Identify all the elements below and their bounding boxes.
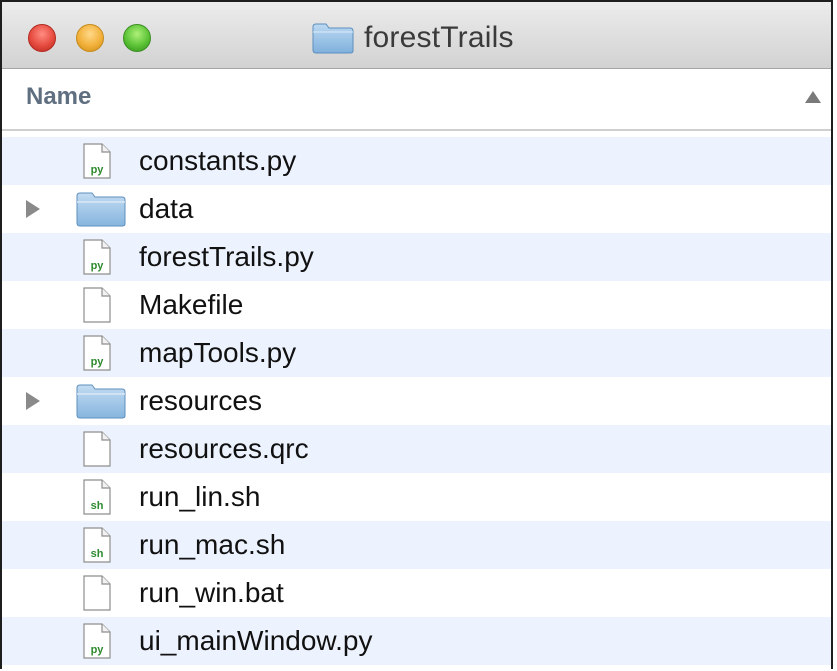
minimize-button[interactable] <box>76 24 104 52</box>
svg-text:py: py <box>91 260 105 272</box>
folder-icon <box>76 191 126 227</box>
file-row[interactable]: py constants.py <box>2 137 831 185</box>
file-name: data <box>139 193 194 224</box>
file-name: resources <box>139 385 262 416</box>
shell-script-icon: sh <box>83 479 111 515</box>
document-icon <box>83 575 111 611</box>
shell-script-icon: sh <box>83 527 111 563</box>
folder-icon <box>76 383 126 419</box>
folder-icon <box>312 23 354 54</box>
svg-text:py: py <box>91 164 105 176</box>
file-name: resources.qrc <box>139 433 309 464</box>
sort-ascending-icon[interactable] <box>805 91 821 103</box>
file-name: run_lin.sh <box>139 481 261 512</box>
svg-text:py: py <box>91 356 105 368</box>
window-title: forestTrails <box>312 20 514 56</box>
file-row[interactable]: sh run_mac.sh <box>2 521 831 569</box>
column-header-label: Name <box>26 83 92 110</box>
python-file-icon: py <box>83 239 111 275</box>
document-icon <box>83 287 111 323</box>
file-row[interactable]: py forestTrails.py <box>2 233 831 281</box>
column-header-name[interactable]: Name <box>2 69 831 131</box>
file-row[interactable]: run_win.bat <box>2 569 831 617</box>
finder-window: forestTrails Name py constants.py data py fo… <box>0 0 833 669</box>
python-file-icon: py <box>83 335 111 371</box>
svg-text:sh: sh <box>91 548 104 560</box>
window-title-text: forestTrails <box>364 21 514 54</box>
disclosure-triangle-icon[interactable] <box>26 392 40 410</box>
folder-row[interactable]: data <box>2 185 831 233</box>
title-bar[interactable]: forestTrails <box>2 2 831 69</box>
file-row[interactable]: sh run_lin.sh <box>2 473 831 521</box>
file-name: Makefile <box>139 289 244 320</box>
svg-text:sh: sh <box>91 500 104 512</box>
python-file-icon: py <box>83 623 111 659</box>
svg-text:py: py <box>91 644 105 656</box>
zoom-button[interactable] <box>123 24 151 52</box>
file-row[interactable]: py mapTools.py <box>2 329 831 377</box>
file-name: forestTrails.py <box>139 241 314 272</box>
file-name: constants.py <box>139 145 297 176</box>
python-file-icon: py <box>83 143 111 179</box>
file-row[interactable]: Makefile <box>2 281 831 329</box>
file-name: ui_mainWindow.py <box>139 625 373 656</box>
file-row[interactable]: resources.qrc <box>2 425 831 473</box>
file-list: py constants.py data py forestTrails.py Makef… <box>2 137 831 665</box>
folder-row[interactable]: resources <box>2 377 831 425</box>
document-icon <box>83 431 111 467</box>
close-button[interactable] <box>28 24 56 52</box>
file-name: run_mac.sh <box>139 529 286 560</box>
disclosure-triangle-icon[interactable] <box>26 200 40 218</box>
file-name: mapTools.py <box>139 337 297 368</box>
file-name: run_win.bat <box>139 577 284 608</box>
file-row[interactable]: py ui_mainWindow.py <box>2 617 831 665</box>
